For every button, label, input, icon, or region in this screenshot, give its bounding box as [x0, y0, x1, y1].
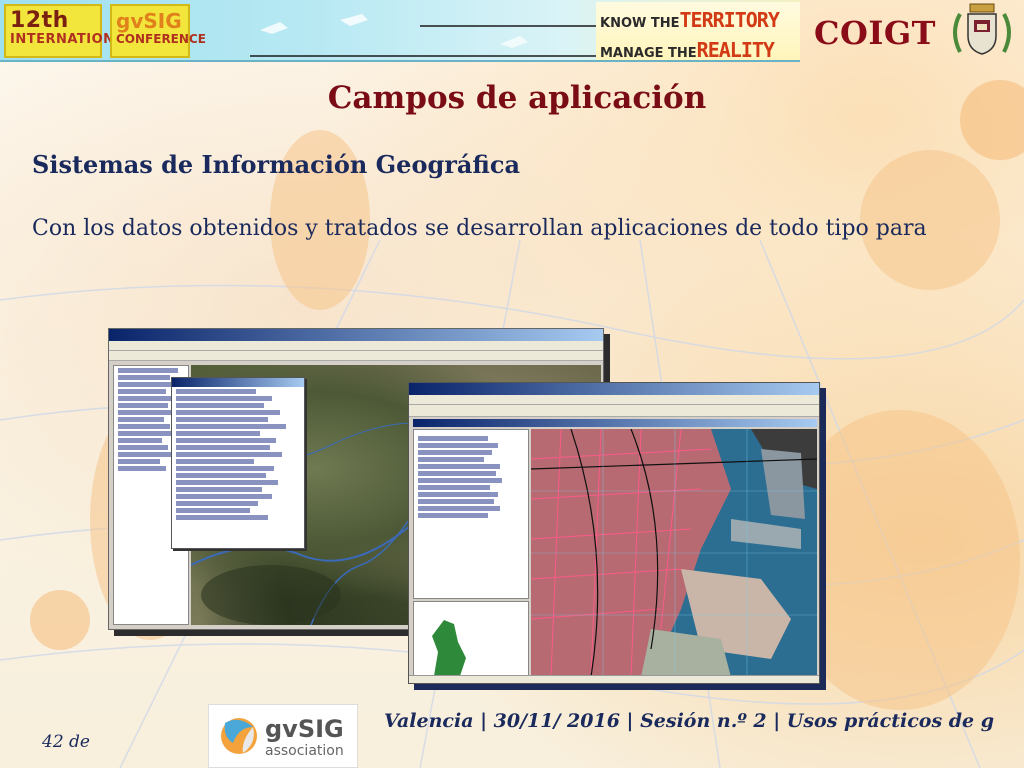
- gvsig-conference-logo: gvSIG CONFERENCE: [110, 4, 206, 58]
- motto-territory: TERRITORY: [679, 8, 780, 32]
- layer-row: [118, 382, 174, 387]
- dialog-row: [176, 417, 268, 422]
- screenshot-layer-list: [413, 429, 529, 599]
- layer-row: [118, 389, 166, 394]
- layer-row: [418, 513, 488, 518]
- page-number: 42 de: [42, 732, 90, 752]
- layer-row: [118, 438, 162, 443]
- dialog-row: [176, 473, 266, 478]
- layer-row: [118, 410, 176, 415]
- layer-row: [418, 471, 496, 476]
- dialog-row: [176, 501, 258, 506]
- screenshot-titlebar: [409, 383, 819, 395]
- screenshot-statusbar: [409, 675, 819, 683]
- screenshot-overview-map: [413, 601, 529, 677]
- layer-row: [118, 445, 168, 450]
- layer-row: [418, 499, 494, 504]
- motto-reality: REALITY: [696, 38, 775, 62]
- gvsig-logo-icon: [221, 718, 257, 754]
- footer-logo-sub: association: [265, 743, 344, 759]
- motto-line-1: KNOW THETERRITORY: [600, 8, 780, 32]
- screenshot-menubar: [409, 395, 819, 405]
- layer-row: [418, 436, 488, 441]
- dialog-row: [176, 480, 278, 485]
- layer-row: [118, 417, 164, 422]
- layer-row: [118, 431, 174, 436]
- screenshot-map-view: [531, 429, 817, 677]
- dialog-row: [176, 515, 268, 520]
- conference-banner: 12th INTERNATIONAL gvSIG CONFERENCE KNOW…: [0, 0, 800, 62]
- motto-know: KNOW THE: [600, 16, 680, 31]
- layer-row: [418, 443, 498, 448]
- dialog-titlebar: [172, 378, 304, 387]
- layer-row: [418, 485, 490, 490]
- gvsig-association-logo: gvSIG association: [208, 704, 358, 768]
- dialog-row: [176, 389, 256, 394]
- slide-title: Campos de aplicación: [327, 80, 707, 116]
- layer-row: [418, 450, 492, 455]
- dialog-row: [176, 438, 276, 443]
- banner-decoration: [250, 14, 596, 57]
- conference-logo-label: CONFERENCE: [116, 32, 206, 46]
- motto-manage: MANAGE THE: [600, 46, 697, 61]
- banner-motto: KNOW THETERRITORY MANAGE THEREALITY: [596, 2, 800, 60]
- dialog-row: [176, 410, 280, 415]
- layer-row: [418, 457, 484, 462]
- dialog-row: [176, 424, 286, 429]
- screenshot-toolbar: [409, 405, 819, 417]
- dialog-row: [176, 459, 254, 464]
- dialog-row: [176, 396, 272, 401]
- layer-row: [118, 466, 166, 471]
- port-ortho-map: [531, 429, 817, 677]
- dialog-row: [176, 466, 274, 471]
- layer-row: [118, 452, 178, 457]
- dialog-row: [176, 445, 270, 450]
- screenshot-menubar: [109, 341, 603, 351]
- footer-logo-name: gvSIG: [265, 715, 344, 743]
- coat-of-arms-icon: [953, 3, 1011, 55]
- dialog-row: [176, 431, 260, 436]
- dialog-row: [176, 403, 264, 408]
- geoprocessing-dialog: [171, 377, 305, 549]
- layer-row: [418, 506, 500, 511]
- slide-body-text: Con los datos obtenidos y tratados se de…: [32, 216, 927, 241]
- conference-edition-logo: 12th INTERNATIONAL: [4, 4, 134, 58]
- dialog-row: [176, 508, 250, 513]
- region-overview: [432, 620, 466, 676]
- layer-row: [118, 403, 168, 408]
- org-name: COIGT: [814, 14, 936, 52]
- layer-row: [118, 424, 170, 429]
- conference-logo-name: gvSIG: [116, 9, 182, 33]
- footer-session-info: Valencia | 30/11/ 2016 | Sesión n.º 2 | …: [384, 710, 995, 732]
- layer-row: [118, 396, 172, 401]
- edition-label: INTERNATIONAL: [10, 32, 134, 47]
- dialog-row: [176, 452, 282, 457]
- gis-screenshot-port: [408, 382, 820, 684]
- layer-row: [118, 459, 160, 464]
- layer-row: [418, 464, 500, 469]
- layer-row: [418, 492, 498, 497]
- layer-row: [118, 375, 170, 380]
- layer-row: [118, 368, 178, 373]
- motto-line-2: MANAGE THEREALITY: [600, 38, 775, 62]
- edition-number: 12th: [10, 8, 69, 33]
- dialog-row: [176, 487, 262, 492]
- layer-row: [418, 478, 502, 483]
- view-titlebar: [413, 419, 817, 427]
- screenshot-toolbar: [109, 351, 603, 361]
- slide-subtitle: Sistemas de Información Geográfica: [32, 150, 521, 179]
- dialog-row: [176, 494, 272, 499]
- screenshot-titlebar: [109, 329, 603, 341]
